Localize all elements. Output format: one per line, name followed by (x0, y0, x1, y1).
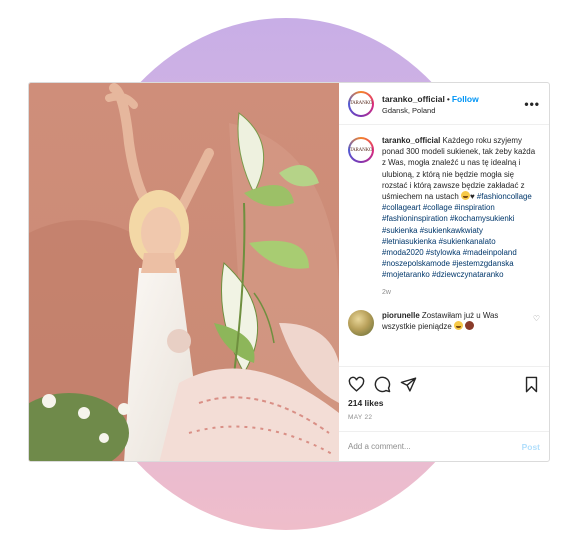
comment-item: piorunelle Zostawiłam już u Was wszystki… (348, 309, 540, 336)
separator-dot: • (446, 93, 450, 104)
instagram-post-card: TARANKO taranko_official • Follow Gdansk, … (28, 82, 550, 462)
hashtag-link[interactable]: #mojetaranko (382, 270, 430, 279)
caption: TARANKO taranko_official Każdego roku sz… (348, 135, 540, 281)
hashtag-link[interactable]: #stylowka (426, 248, 461, 257)
header-text: taranko_official • Follow Gdansk, Poland (382, 92, 524, 116)
post-comment-button[interactable]: Post (522, 442, 540, 452)
post-location[interactable]: Gdansk, Poland (382, 105, 524, 116)
hashtag-link[interactable]: #fashioncollage (477, 192, 532, 201)
comment-text: piorunelle Zostawiłam już u Was wszystki… (382, 310, 532, 336)
hashtag-link[interactable]: #inspiration (454, 203, 494, 212)
post-photo[interactable] (29, 83, 339, 461)
avatar-logo-text: TARANKO (350, 139, 373, 161)
comment-username[interactable]: piorunelle (382, 311, 420, 320)
caption-text: taranko_official Każdego roku szyjemy po… (382, 135, 538, 281)
hashtag-link[interactable]: #madeinpoland (463, 248, 517, 257)
likes-count[interactable]: 214 likes (348, 398, 540, 408)
hashtag-link[interactable]: #letniasukienka (382, 237, 436, 246)
comment-input[interactable] (348, 442, 522, 451)
comment-like-heart-icon[interactable]: ♡ (533, 310, 540, 336)
post-actions: 214 likes MAY 22 (339, 366, 549, 421)
post-header: TARANKO taranko_official • Follow Gdansk, … (339, 83, 549, 125)
hashtag-link[interactable]: #kochamysukienki (450, 214, 514, 223)
hashtag-link[interactable]: #jestemzgdanska (452, 259, 513, 268)
hashtag-link[interactable]: #moda2020 (382, 248, 424, 257)
caption-avatar[interactable]: TARANKO (348, 137, 374, 163)
hashtag-list: #fashioncollage #collageart #collage #in… (382, 192, 532, 279)
woman-emoji-icon (465, 320, 475, 330)
share-icon[interactable] (400, 376, 417, 393)
post-photo-illustration (29, 83, 339, 461)
comments-section: TARANKO taranko_official Każdego roku sz… (339, 125, 549, 366)
grinning-emoji-icon (460, 191, 470, 201)
comment-icon[interactable] (374, 376, 391, 393)
hashtag-link[interactable]: #noszepolskamode (382, 259, 450, 268)
more-options-icon[interactable]: ••• (524, 97, 540, 111)
bookmark-icon[interactable] (523, 376, 540, 393)
hashtag-link[interactable]: #collage (423, 203, 452, 212)
hashtag-link[interactable]: #dziewczynataranko (432, 270, 504, 279)
hashtag-link[interactable]: #sukienka (382, 226, 418, 235)
heart-icon[interactable] (348, 376, 365, 393)
author-avatar[interactable]: TARANKO (348, 90, 374, 117)
caption-time: 2w (382, 288, 391, 296)
commenter-avatar[interactable] (348, 309, 374, 336)
hashtag-link[interactable]: #sukienkawkwiaty (420, 226, 483, 235)
follow-button[interactable]: Follow (452, 94, 479, 104)
post-date: MAY 22 (348, 414, 373, 421)
hashtag-link[interactable]: #fashioninspiration (382, 214, 448, 223)
hashtag-link[interactable]: #sukienkanalato (439, 237, 496, 246)
avatar-logo-text: TARANKO (350, 92, 373, 115)
heart-emoji-icon: ♥ (469, 192, 475, 202)
action-icons-row (348, 373, 540, 395)
author-username[interactable]: taranko_official (382, 94, 445, 104)
caption-username[interactable]: taranko_official (382, 136, 440, 145)
grinning-emoji-icon (453, 320, 463, 330)
add-comment-bar: Post (339, 431, 549, 461)
post-side-panel: TARANKO taranko_official • Follow Gdansk, … (339, 83, 549, 461)
hashtag-link[interactable]: #collageart (382, 203, 421, 212)
